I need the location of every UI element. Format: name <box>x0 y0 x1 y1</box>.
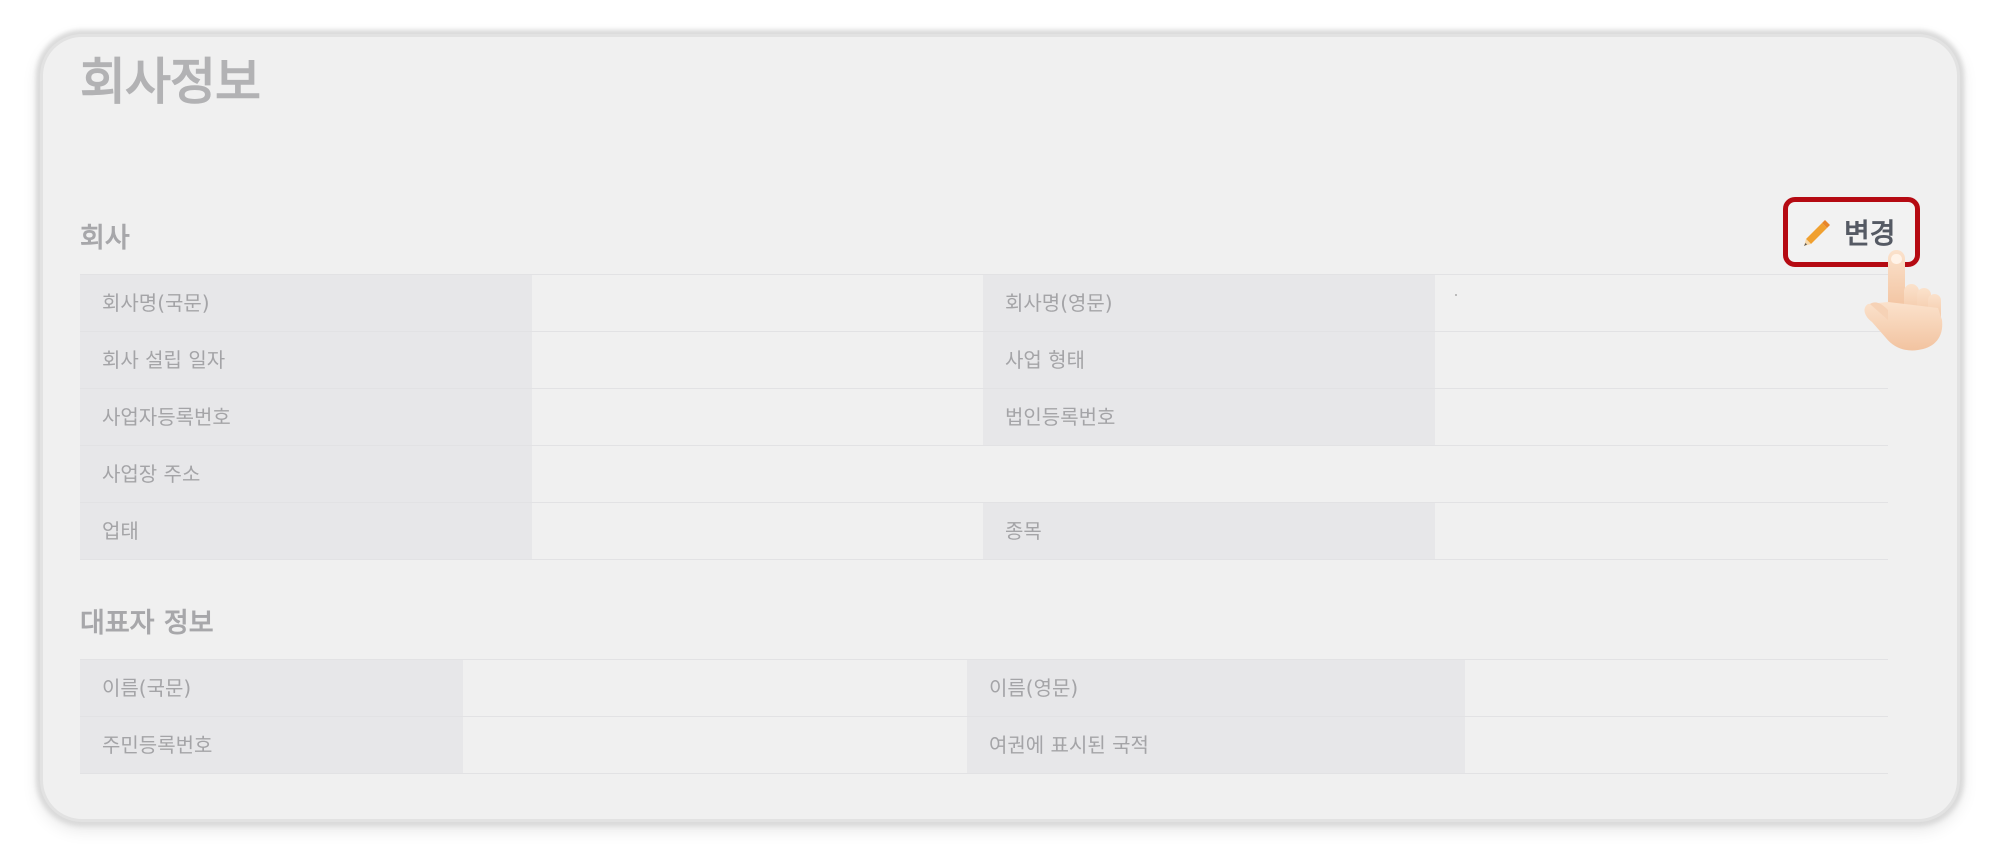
passport-nationality-label: 여권에 표시된 국적 <box>967 717 1465 773</box>
business-type-label: 사업 형태 <box>983 332 1435 388</box>
page-title: 회사정보 <box>80 53 261 111</box>
name-en-label: 이름(영문) <box>967 660 1465 716</box>
stray-dot <box>1455 294 1457 296</box>
resident-reg-number-label: 주민등록번호 <box>80 717 463 773</box>
company-info-table: 회사명(국문) 회사명(영문) 회사 설립 일자 사업 형태 사업자등록번호 법… <box>80 274 1888 560</box>
table-row: 회사명(국문) 회사명(영문) <box>80 275 1888 332</box>
business-reg-number-label: 사업자등록번호 <box>80 389 532 445</box>
company-section-title: 회사 <box>80 223 130 254</box>
pencil-icon <box>1804 220 1830 246</box>
business-address-label: 사업장 주소 <box>80 446 532 502</box>
name-kr-label: 이름(국문) <box>80 660 463 716</box>
table-row: 이름(국문) 이름(영문) <box>80 660 1888 717</box>
company-name-kr-label: 회사명(국문) <box>80 275 532 331</box>
table-row: 사업장 주소 <box>80 446 1888 503</box>
table-row: 업태 종목 <box>80 503 1888 560</box>
table-row: 사업자등록번호 법인등록번호 <box>80 389 1888 446</box>
founding-date-label: 회사 설립 일자 <box>80 332 532 388</box>
representative-info-table: 이름(국문) 이름(영문) 주민등록번호 여권에 표시된 국적 <box>80 659 1888 774</box>
business-category-label: 업태 <box>80 503 532 559</box>
table-row: 회사 설립 일자 사업 형태 <box>80 332 1888 389</box>
corporate-reg-number-label: 법인등록번호 <box>983 389 1435 445</box>
company-name-en-label: 회사명(영문) <box>983 275 1435 331</box>
representative-section-title: 대표자 정보 <box>80 608 214 639</box>
pointing-hand-icon <box>1864 250 1943 351</box>
table-row: 주민등록번호 여권에 표시된 국적 <box>80 717 1888 774</box>
business-item-label: 종목 <box>983 503 1435 559</box>
